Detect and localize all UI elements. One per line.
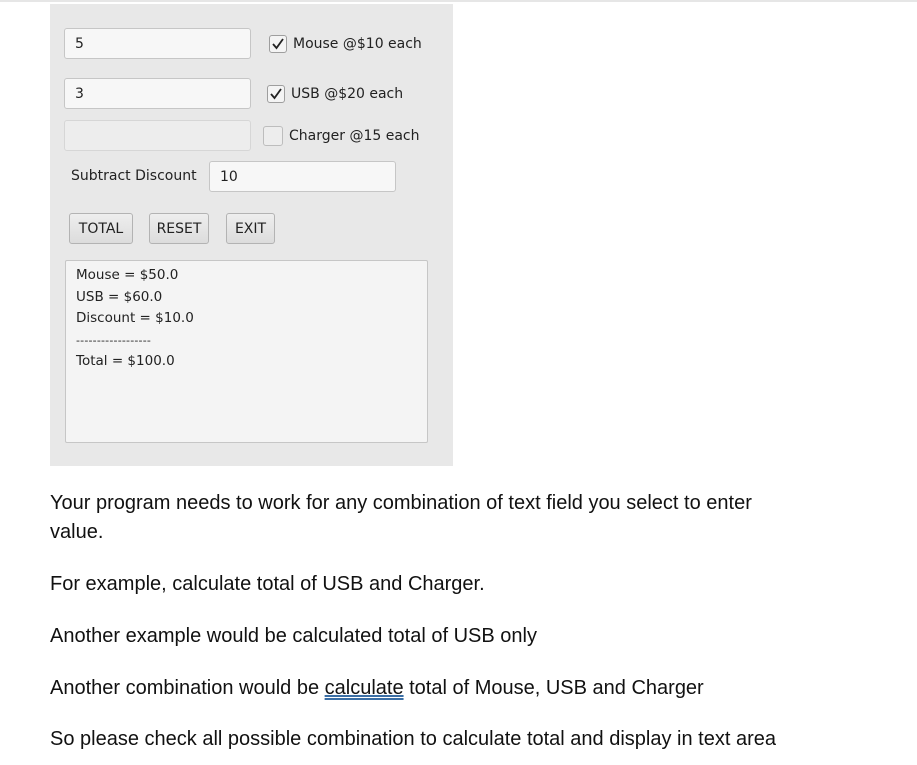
output-separator: ------------------ bbox=[76, 333, 152, 347]
instruction-paragraph-3: Another example would be calculated tota… bbox=[50, 625, 537, 647]
instruction-paragraph-1: Your program needs to work for any combi… bbox=[50, 489, 752, 547]
discount-field[interactable] bbox=[209, 161, 396, 192]
instruction-paragraph-4: Another combination would be calculate t… bbox=[50, 674, 704, 703]
usb-checkbox-box[interactable] bbox=[267, 85, 285, 103]
charger-checkbox[interactable]: Charger @15 each bbox=[263, 126, 419, 146]
instruction-text: total of Mouse, USB and Charger bbox=[403, 677, 704, 699]
spellcheck-underlined-word: calculate bbox=[324, 677, 404, 699]
discount-label: Subtract Discount bbox=[71, 168, 197, 184]
mouse-checkbox[interactable]: Mouse @$10 each bbox=[269, 35, 422, 53]
exit-button[interactable]: EXIT bbox=[226, 213, 275, 244]
usb-checkbox[interactable]: USB @$20 each bbox=[267, 85, 403, 103]
charger-quantity-field[interactable] bbox=[64, 120, 251, 151]
usb-quantity-field[interactable] bbox=[64, 78, 251, 109]
instruction-line: Your program needs to work for any combi… bbox=[50, 492, 752, 514]
check-icon bbox=[270, 88, 282, 100]
app-window: Mouse @$10 each USB @$20 each Charger @1… bbox=[50, 4, 453, 466]
charger-checkbox-label: Charger @15 each bbox=[289, 128, 420, 144]
output-line: USB = $60.0 bbox=[76, 288, 163, 305]
output-line: Discount = $10.0 bbox=[76, 310, 194, 326]
mouse-checkbox-label: Mouse @$10 each bbox=[293, 36, 422, 52]
instruction-text: Another combination would be bbox=[50, 677, 325, 699]
total-button[interactable]: TOTAL bbox=[69, 213, 133, 244]
output-total-line: Total = $100.0 bbox=[76, 353, 175, 369]
instruction-paragraph-5: So please check all possible combination… bbox=[50, 728, 776, 750]
reset-button[interactable]: RESET bbox=[149, 213, 209, 244]
instruction-paragraph-2: For example, calculate total of USB and … bbox=[50, 573, 485, 595]
mouse-quantity-field[interactable] bbox=[64, 28, 251, 59]
output-line: Mouse = $50.0 bbox=[76, 267, 179, 283]
output-text-area[interactable]: Mouse = $50.0 USB = $60.0 Discount = $10… bbox=[65, 260, 428, 443]
top-border bbox=[0, 0, 917, 2]
mouse-checkbox-box[interactable] bbox=[269, 35, 287, 53]
instruction-line: value. bbox=[50, 521, 104, 543]
usb-checkbox-label: USB @$20 each bbox=[291, 86, 404, 102]
charger-checkbox-box[interactable] bbox=[263, 126, 283, 146]
check-icon bbox=[272, 38, 284, 50]
